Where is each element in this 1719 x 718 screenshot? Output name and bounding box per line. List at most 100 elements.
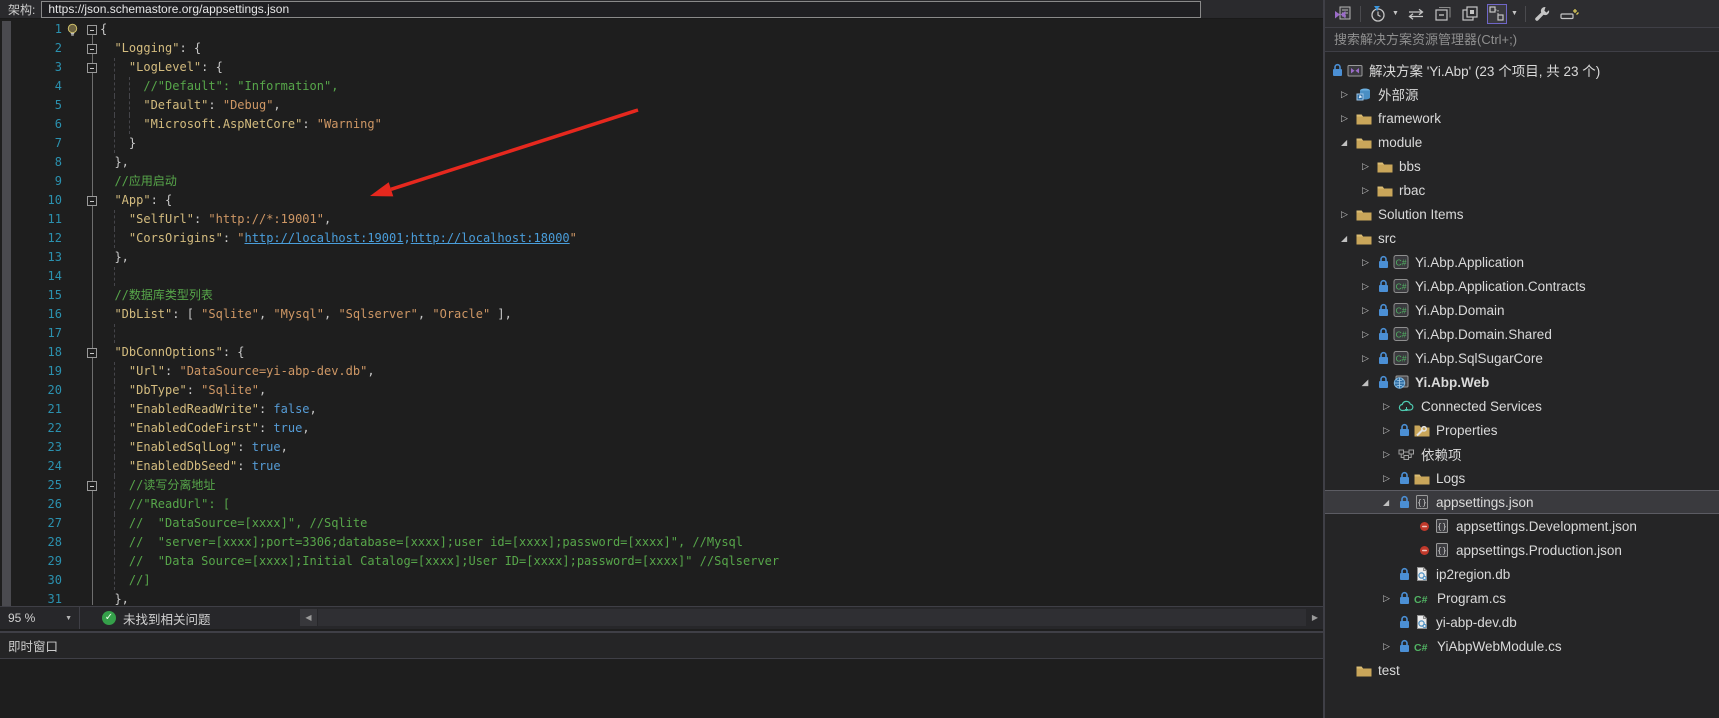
expand-arrow-icon[interactable]: ▷ [1383, 401, 1398, 412]
tree-item-solution-items[interactable]: ▷Solution Items [1325, 202, 1719, 226]
code-line[interactable]: 10 "App": { [0, 191, 1323, 210]
schema-url-combobox[interactable]: https://json.schemastore.org/appsettings… [41, 1, 1201, 18]
tree-item-properties[interactable]: ▷Properties [1325, 418, 1719, 442]
expand-arrow-icon[interactable]: ▷ [1362, 257, 1377, 268]
hscroll-track[interactable] [318, 609, 1306, 626]
expand-arrow-icon[interactable]: ▷ [1383, 473, 1398, 484]
immediate-window-title[interactable]: 即时窗口 [0, 633, 1323, 659]
expand-arrow-icon[interactable]: ▷ [1383, 449, 1398, 460]
tree-item-yi.abp.application[interactable]: ▷C#Yi.Abp.Application [1325, 250, 1719, 274]
collapse-all-icon[interactable] [1433, 4, 1453, 24]
document-health-indicator[interactable]: ✓ 未找到相关问题 [102, 609, 211, 628]
tree-item-rbac[interactable]: ▷rbac [1325, 178, 1719, 202]
tree-item-yi.abp.application.contracts[interactable]: ▷C#Yi.Abp.Application.Contracts [1325, 274, 1719, 298]
history-filter-icon[interactable] [1368, 4, 1388, 24]
expand-arrow-icon[interactable]: ▷ [1341, 209, 1356, 220]
fold-collapse-box[interactable] [87, 481, 97, 491]
tree-item-yi.abp.domain[interactable]: ▷C#Yi.Abp.Domain [1325, 298, 1719, 322]
code-line[interactable]: 22 "EnabledCodeFirst": true, [0, 419, 1323, 438]
tree-item--[interactable]: ▷外部源 [1325, 82, 1719, 106]
tree-item-yi.abp.web[interactable]: ◢Yi.Abp.Web [1325, 370, 1719, 394]
tree-item-module[interactable]: ◢module [1325, 130, 1719, 154]
code-line[interactable]: 17 [0, 324, 1323, 343]
code-line[interactable]: 9 //应用启动 [0, 172, 1323, 191]
code-line[interactable]: 16 "DbList": [ "Sqlite", "Mysql", "Sqlse… [0, 305, 1323, 324]
code-line[interactable]: 8 }, [0, 153, 1323, 172]
code-line[interactable]: 28 // "server=[xxxx];port=3306;database=… [0, 533, 1323, 552]
switch-views-icon[interactable] [1333, 4, 1353, 24]
code-line[interactable]: 31 }, [0, 590, 1323, 606]
code-line[interactable]: 12 "CorsOrigins": "http://localhost:1900… [0, 229, 1323, 248]
collapse-arrow-icon[interactable]: ◢ [1362, 378, 1377, 387]
add-new-item-icon[interactable] [1560, 4, 1580, 24]
collapse-arrow-icon[interactable]: ◢ [1383, 498, 1398, 507]
code-line[interactable]: 15 //数据库类型列表 [0, 286, 1323, 305]
tree-item-framework[interactable]: ▷framework [1325, 106, 1719, 130]
fold-collapse-box[interactable] [87, 348, 97, 358]
code-line[interactable]: 4 //"Default": "Information", [0, 77, 1323, 96]
fold-collapse-box[interactable] [87, 25, 97, 35]
zoom-selector[interactable]: 95 % ▼ [0, 607, 80, 629]
tree-item-bbs[interactable]: ▷bbs [1325, 154, 1719, 178]
tree-item-test[interactable]: test [1325, 658, 1719, 682]
tree-item-appsettings.development.json[interactable]: {}appsettings.Development.json [1325, 514, 1719, 538]
chevron-down-icon[interactable]: ▼ [1511, 10, 1518, 17]
fold-collapse-box[interactable] [87, 44, 97, 54]
tree-item-appsettings.json[interactable]: ◢{}appsettings.json [1325, 490, 1719, 514]
expand-arrow-icon[interactable]: ▷ [1362, 329, 1377, 340]
expand-arrow-icon[interactable]: ▷ [1341, 113, 1356, 124]
code-line[interactable]: 2 "Logging": { [0, 39, 1323, 58]
tree-item-yi.abp.domain.shared[interactable]: ▷C#Yi.Abp.Domain.Shared [1325, 322, 1719, 346]
code-line[interactable]: 7 } [0, 134, 1323, 153]
fold-collapse-box[interactable] [87, 196, 97, 206]
code-line[interactable]: 11 "SelfUrl": "http://*:19001", [0, 210, 1323, 229]
expand-arrow-icon[interactable]: ▷ [1383, 641, 1398, 652]
code-line[interactable]: 13 }, [0, 248, 1323, 267]
tree-item-yiabpwebmodule.cs[interactable]: ▷C#YiAbpWebModule.cs [1325, 634, 1719, 658]
preview-selected-icon[interactable] [1460, 4, 1480, 24]
code-line[interactable]: 25 //读写分离地址 [0, 476, 1323, 495]
expand-arrow-icon[interactable]: ▷ [1362, 353, 1377, 364]
code-line[interactable]: 24 "EnabledDbSeed": true [0, 457, 1323, 476]
tree-item-appsettings.production.json[interactable]: {}appsettings.Production.json [1325, 538, 1719, 562]
code-line[interactable]: 1{ [0, 20, 1323, 39]
code-line[interactable]: 3 "LogLevel": { [0, 58, 1323, 77]
tree-item--yi.abp-23-23-[interactable]: 解决方案 'Yi.Abp' (23 个项目, 共 23 个) [1325, 58, 1719, 82]
code-line[interactable]: 19 "Url": "DataSource=yi-abp-dev.db", [0, 362, 1323, 381]
expand-arrow-icon[interactable]: ▷ [1362, 281, 1377, 292]
code-editor[interactable]: 1{2 "Logging": {3 "LogLevel": {4 //"Defa… [0, 19, 1323, 606]
hscroll-right-button[interactable]: ▶ [1307, 609, 1323, 626]
hscroll-left-button[interactable]: ◀ [300, 609, 317, 626]
expand-arrow-icon[interactable]: ▷ [1383, 425, 1398, 436]
collapse-arrow-icon[interactable]: ◢ [1341, 234, 1356, 243]
tree-item-yi-abp-dev.db[interactable]: yi-abp-dev.db [1325, 610, 1719, 634]
code-line[interactable]: 20 "DbType": "Sqlite", [0, 381, 1323, 400]
solution-search-input[interactable] [1325, 32, 1719, 47]
expand-arrow-icon[interactable]: ▷ [1383, 593, 1398, 604]
expand-arrow-icon[interactable]: ▷ [1341, 89, 1356, 100]
collapse-arrow-icon[interactable]: ◢ [1341, 138, 1356, 147]
sync-with-active-document-icon[interactable] [1487, 4, 1507, 24]
code-line[interactable]: 6 "Microsoft.AspNetCore": "Warning" [0, 115, 1323, 134]
expand-arrow-icon[interactable]: ▷ [1362, 185, 1377, 196]
expand-arrow-icon[interactable]: ▷ [1362, 305, 1377, 316]
tree-item-program.cs[interactable]: ▷C#Program.cs [1325, 586, 1719, 610]
tree-item-yi.abp.sqlsugarcore[interactable]: ▷C#Yi.Abp.SqlSugarCore [1325, 346, 1719, 370]
code-line[interactable]: 23 "EnabledSqlLog": true, [0, 438, 1323, 457]
wrench-icon[interactable] [1533, 4, 1553, 24]
chevron-down-icon[interactable]: ▼ [1392, 10, 1399, 17]
code-line[interactable]: 26 //"ReadUrl": [ [0, 495, 1323, 514]
code-line[interactable]: 21 "EnabledReadWrite": false, [0, 400, 1323, 419]
code-line[interactable]: 14 [0, 267, 1323, 286]
tree-item--[interactable]: ▷依赖项 [1325, 442, 1719, 466]
code-line[interactable]: 5 "Default": "Debug", [0, 96, 1323, 115]
tree-item-logs[interactable]: ▷Logs [1325, 466, 1719, 490]
tree-item-connected-services[interactable]: ▷Connected Services [1325, 394, 1719, 418]
compare-icon[interactable] [1406, 4, 1426, 24]
code-line[interactable]: 27 // "DataSource=[xxxx]", //Sqlite [0, 514, 1323, 533]
code-line[interactable]: 18 "DbConnOptions": { [0, 343, 1323, 362]
expand-arrow-icon[interactable]: ▷ [1362, 161, 1377, 172]
code-line[interactable]: 30 //] [0, 571, 1323, 590]
tree-item-ip2region.db[interactable]: ip2region.db [1325, 562, 1719, 586]
code-line[interactable]: 29 // "Data Source=[xxxx];Initial Catalo… [0, 552, 1323, 571]
